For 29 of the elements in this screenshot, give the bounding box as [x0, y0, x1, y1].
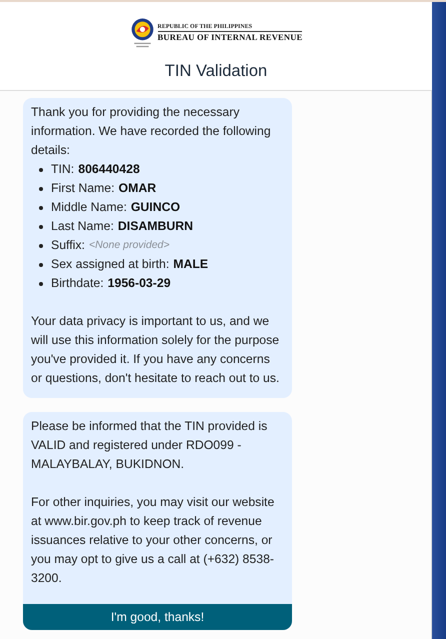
page-title: TIN Validation — [164, 62, 268, 81]
detail-label: Sex assigned at birth: — [51, 256, 170, 273]
detail-label: Last Name: — [51, 218, 114, 235]
bullet-icon — [39, 168, 43, 172]
detail-value: GUINCO — [130, 199, 180, 216]
message-text: Thank you for providing the necessary information. We have recorded the following details: — [31, 104, 272, 159]
bullet-icon — [39, 262, 43, 266]
message-text: Please be informed that the TIN provided is VALID and registered under RDO099 - MALAYBALAY, BUKIDNON. — [31, 418, 268, 473]
bullet-icon — [39, 244, 43, 248]
bullet-icon — [39, 186, 43, 190]
detail-value: <None provided> — [88, 238, 170, 253]
detail-value: 1956-03-29 — [108, 275, 171, 292]
reply-button[interactable]: I'm good, thanks! — [23, 604, 292, 630]
bullet-icon — [39, 224, 43, 228]
message-text: Your data privacy is important to us, and we will use this information solely for the purpose you've provided it. If you have any concerns or questions, don't hesitate to reach out to us. — [31, 313, 280, 387]
message-text: For other inquiries, you may visit our website at www.bir.gov.ph to keep track of revenue issuances relative to your other concerns, or you may opt to give us a call at (+632) 8538-3200. — [31, 494, 276, 587]
detail-label: Middle Name: — [51, 199, 127, 216]
detail-label: TIN: — [51, 161, 74, 178]
detail-value: OMAR — [118, 180, 156, 197]
agency-name: BUREAU OF INTERNAL REVENUE — [158, 32, 302, 42]
detail-label: First Name: — [51, 180, 115, 197]
detail-value: DISAMBURN — [118, 218, 194, 235]
seal-icon — [130, 18, 155, 49]
detail-label: Birthdate: — [51, 275, 104, 292]
detail-value: 806440428 — [78, 161, 140, 178]
bullet-icon — [39, 206, 43, 210]
detail-label: Suffix: — [51, 237, 85, 254]
detail-value: MALE — [173, 256, 208, 273]
bullet-icon — [39, 282, 43, 286]
